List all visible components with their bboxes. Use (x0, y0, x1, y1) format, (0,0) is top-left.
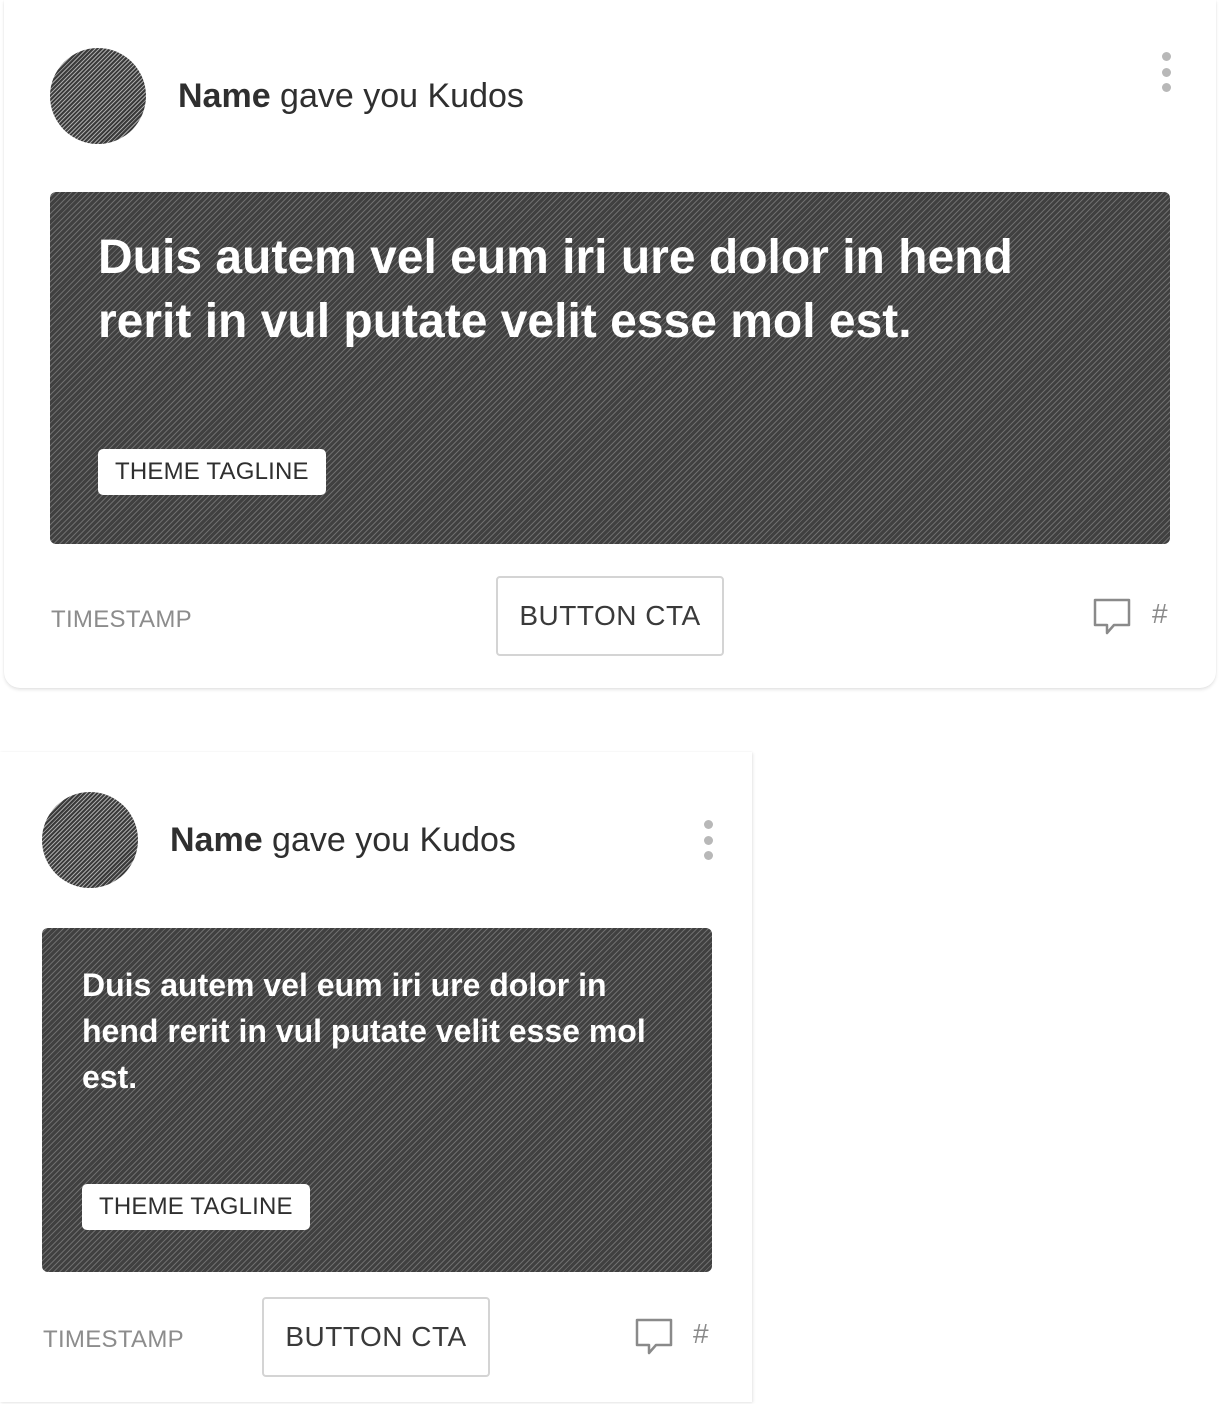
kudos-card-wide: Name gave you Kudos Duis autem vel eum i… (4, 0, 1216, 688)
kudos-hero-banner: Duis autem vel eum iri ure dolor in hend… (50, 192, 1170, 544)
cta-button[interactable]: BUTTON CTA (496, 576, 724, 656)
timestamp: TIMESTAMP (43, 1326, 184, 1353)
card-title: Name gave you Kudos (178, 76, 524, 116)
timestamp: TIMESTAMP (51, 606, 192, 633)
comment-count: # (693, 1318, 709, 1349)
kebab-dot (703, 820, 713, 829)
hero-message: Duis autem vel eum iri ure dolor in hend… (82, 967, 646, 1095)
kebab-dot (703, 851, 713, 860)
avatar (50, 48, 146, 144)
more-options-icon[interactable] (1158, 52, 1174, 92)
more-options-icon[interactable] (700, 820, 716, 860)
author-name[interactable]: Name (170, 821, 263, 859)
theme-tagline: THEME TAGLINE (98, 449, 326, 495)
cta-button[interactable]: BUTTON CTA (262, 1297, 490, 1377)
kudos-card-narrow: Name gave you Kudos Duis autem vel eum i… (0, 752, 752, 1402)
kudos-hero-banner: Duis autem vel eum iri ure dolor in hend… (42, 928, 712, 1272)
hero-message: Duis autem vel eum iri ure dolor in hend… (98, 231, 1013, 348)
kebab-dot (703, 835, 713, 845)
kebab-dot (1161, 52, 1171, 61)
card-title: Name gave you Kudos (170, 820, 516, 860)
theme-tagline: THEME TAGLINE (82, 1184, 310, 1230)
comment-count: # (1152, 598, 1168, 629)
comment-icon[interactable] (634, 1317, 674, 1357)
comment-icon[interactable] (1092, 597, 1132, 637)
avatar (42, 792, 138, 888)
action-text: gave you Kudos (270, 77, 524, 115)
kebab-dot (1161, 67, 1171, 77)
author-name[interactable]: Name (178, 77, 271, 115)
action-text: gave you Kudos (262, 821, 516, 859)
kebab-dot (1161, 83, 1171, 92)
